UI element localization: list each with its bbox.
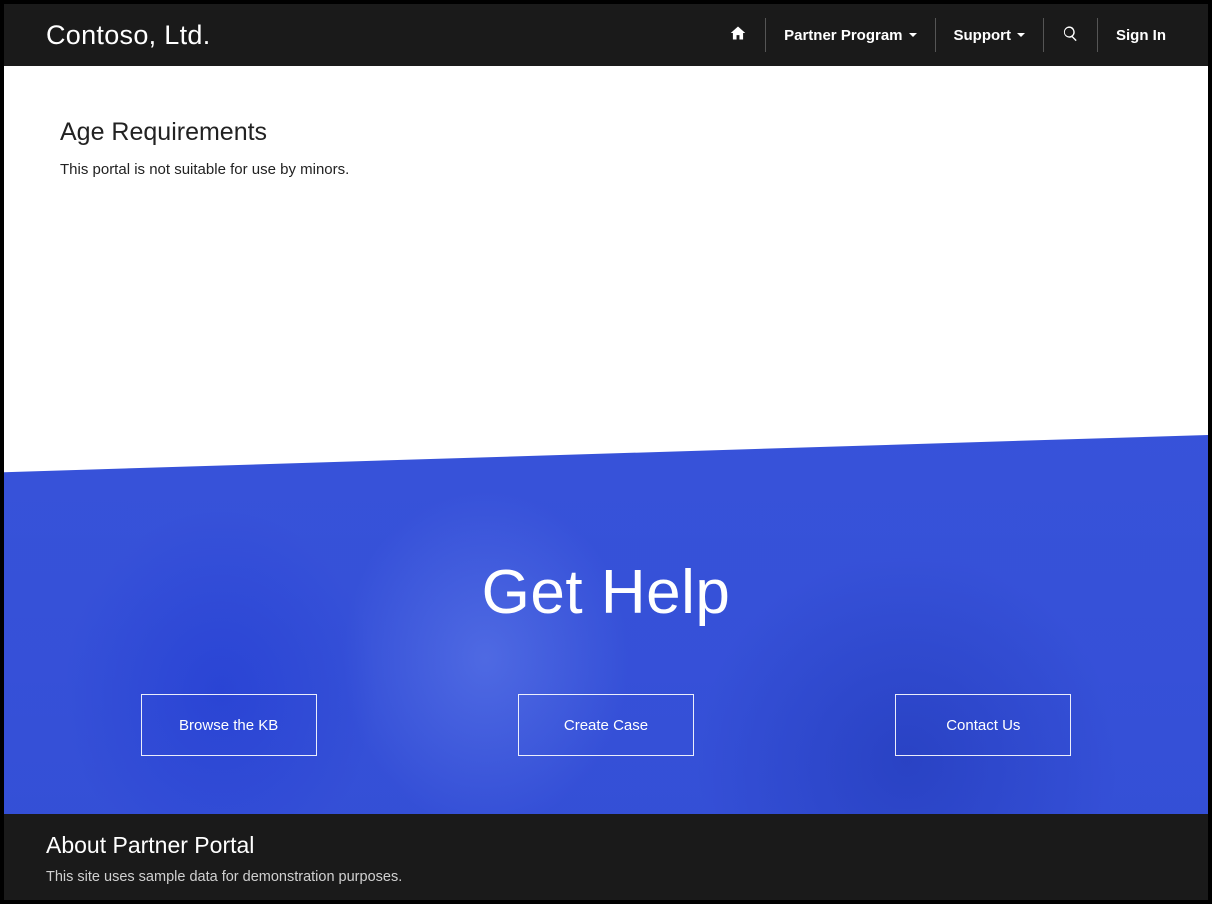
home-icon <box>729 25 747 45</box>
nav-search[interactable] <box>1044 18 1098 52</box>
chevron-down-icon <box>1017 33 1025 37</box>
brand-link[interactable]: Contoso, Ltd. <box>46 20 211 51</box>
page-frame: Contoso, Ltd. Partner Program Support <box>4 4 1208 900</box>
hero-title: Get Help <box>482 557 731 628</box>
top-navbar: Contoso, Ltd. Partner Program Support <box>4 4 1208 66</box>
nav-right: Partner Program Support Sign In <box>711 4 1166 66</box>
contact-us-button[interactable]: Contact Us <box>895 694 1071 756</box>
hero-section: Get Help Browse the KB Create Case Conta… <box>4 435 1208 900</box>
nav-support-label: Support <box>954 27 1012 44</box>
nav-sign-in-label: Sign In <box>1116 27 1166 44</box>
chevron-down-icon <box>909 33 917 37</box>
nav-sign-in[interactable]: Sign In <box>1098 18 1166 52</box>
content-area: Age Requirements This portal is not suit… <box>4 66 1208 900</box>
hero-buttons: Browse the KB Create Case Contact Us <box>4 694 1208 756</box>
nav-home[interactable] <box>711 18 766 52</box>
footer-title: About Partner Portal <box>46 832 1166 859</box>
browse-kb-button[interactable]: Browse the KB <box>141 694 317 756</box>
page-title: Age Requirements <box>60 118 1152 147</box>
search-icon <box>1062 25 1079 46</box>
nav-partner-program-label: Partner Program <box>784 27 902 44</box>
page-body: Age Requirements This portal is not suit… <box>4 66 1208 218</box>
nav-support[interactable]: Support <box>936 18 1045 52</box>
footer: About Partner Portal This site uses samp… <box>4 814 1208 900</box>
page-text: This portal is not suitable for use by m… <box>60 161 1152 178</box>
footer-text: This site uses sample data for demonstra… <box>46 869 1166 885</box>
create-case-button[interactable]: Create Case <box>518 694 694 756</box>
hero-inner: Get Help Browse the KB Create Case Conta… <box>4 435 1208 814</box>
nav-partner-program[interactable]: Partner Program <box>766 18 935 52</box>
